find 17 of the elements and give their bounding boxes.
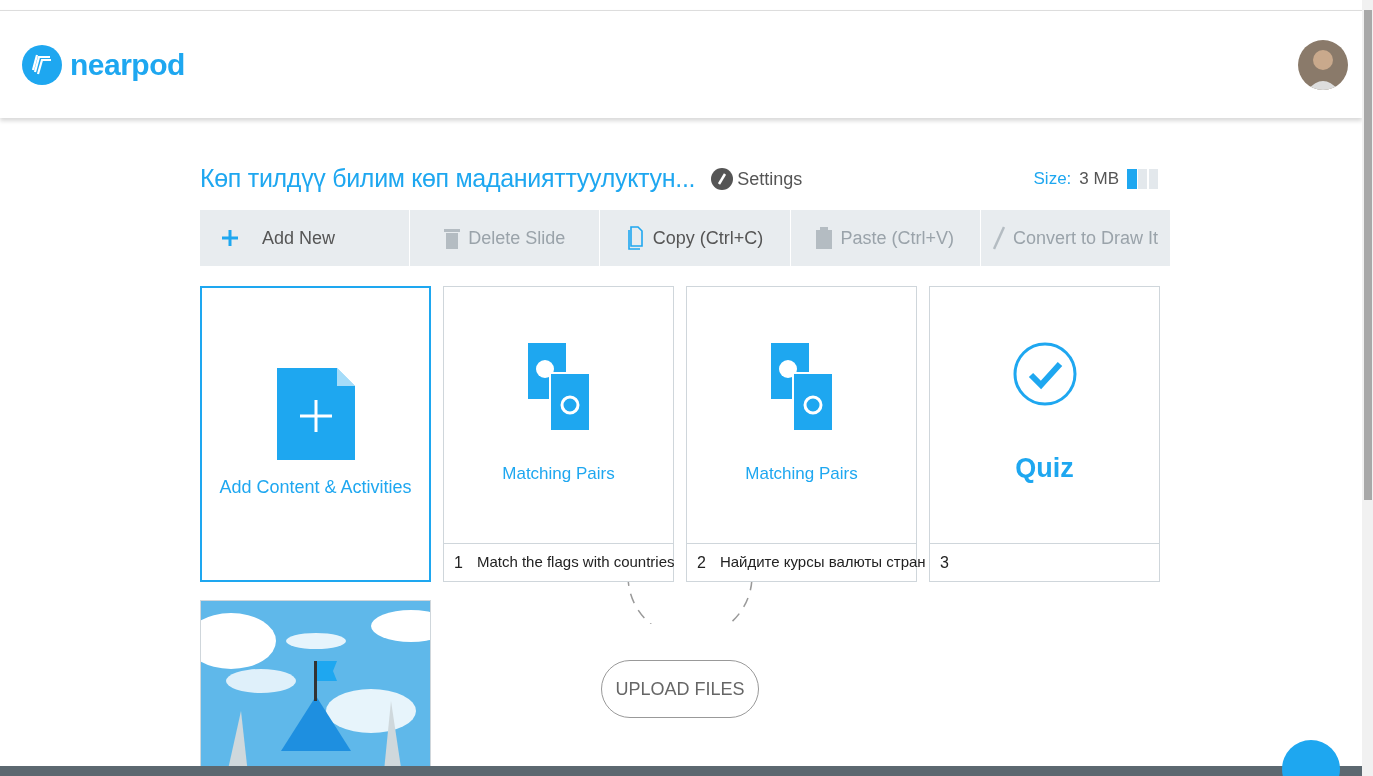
toolbar-button[interactable]: Copy (Ctrl+C) bbox=[600, 210, 791, 266]
toolbar-button[interactable]: Add New bbox=[200, 210, 411, 266]
slide-card[interactable]: Quiz 3 bbox=[929, 286, 1160, 582]
size-value: 3 MB bbox=[1079, 168, 1119, 191]
slide-number: 1 bbox=[454, 552, 463, 573]
slide-number: 2 bbox=[697, 552, 706, 573]
slide-card[interactable]: Matching Pairs 1 Match the flags with countries bbox=[443, 286, 674, 582]
slide-number: 3 bbox=[940, 552, 949, 573]
activity-label: Quiz bbox=[1015, 451, 1074, 485]
activity-label: Matching Pairs bbox=[502, 463, 615, 486]
settings-link[interactable]: Settings bbox=[711, 165, 803, 193]
activity-label: Matching Pairs bbox=[745, 463, 858, 486]
upload-files-button[interactable]: UPLOAD FILES bbox=[601, 660, 759, 718]
slide-caption: Match the flags with countries bbox=[476, 552, 675, 573]
size-label: Size: bbox=[1033, 168, 1072, 191]
presentation-title: Көп тилдүү билим көп маданияттуулуктун... bbox=[200, 163, 696, 195]
slide-caption: Найдите курсы валюты стран bbox=[719, 552, 926, 573]
